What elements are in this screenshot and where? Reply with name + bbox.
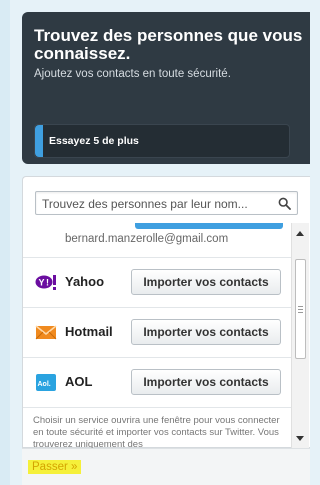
grip-line [298, 312, 303, 313]
page-title: Trouvez des personnes que vous connaisse… [34, 26, 303, 63]
contact-email: bernard.manzerolle@gmail.com [65, 233, 229, 245]
page-subtitle: Ajoutez vos contacts en toute sécurité. [34, 68, 231, 80]
progress-label: Essayez 5 de plus [49, 135, 139, 147]
skip-link[interactable]: Passer » [28, 460, 82, 474]
svg-text:Aol.: Aol. [38, 381, 51, 388]
scroll-up-arrow-icon[interactable] [296, 231, 304, 236]
svg-text:!: ! [46, 278, 49, 288]
grip-line [298, 309, 303, 310]
svg-text:Y: Y [39, 278, 45, 288]
import-aol-button[interactable]: Importer vos contacts [131, 369, 281, 395]
aol-logo-icon: Aol. [36, 374, 56, 391]
find-people-header: Trouvez des personnes que vous connaisse… [22, 12, 310, 164]
provider-name-aol: AOL [65, 374, 93, 389]
scrollbar-thumb[interactable] [295, 259, 306, 359]
footer-bar: Passer » [22, 448, 310, 485]
provider-row-yahoo: Y ! Yahoo Importer vos contacts [23, 257, 291, 307]
provider-name-yahoo: Yahoo [65, 274, 105, 289]
partial-button-clipped[interactable] [135, 223, 283, 229]
search-input[interactable] [42, 196, 277, 211]
yahoo-logo-icon: Y ! [35, 275, 56, 290]
grip-line [298, 306, 303, 307]
progress-bar: Essayez 5 de plus [34, 124, 290, 158]
provider-row-hotmail: Hotmail Importer vos contacts [23, 307, 291, 357]
privacy-info-text: Choisir un service ouvrira une fenêtre p… [33, 415, 280, 449]
search-icon[interactable] [278, 197, 291, 210]
provider-row-aol: Aol. AOL Importer vos contacts [23, 357, 291, 407]
provider-name-hotmail: Hotmail [65, 324, 113, 339]
scrollbar[interactable] [291, 223, 309, 449]
search-box[interactable] [35, 191, 298, 215]
page-left-edge [0, 0, 10, 485]
import-yahoo-button[interactable]: Importer vos contacts [131, 269, 281, 295]
progress-fill [35, 125, 43, 157]
hotmail-logo-icon [35, 325, 57, 340]
divider [23, 407, 291, 408]
import-hotmail-button[interactable]: Importer vos contacts [131, 319, 281, 345]
scroll-down-arrow-icon[interactable] [296, 436, 304, 441]
contacts-card: bernard.manzerolle@gmail.com Y ! Yahoo I… [22, 176, 310, 449]
provider-list: bernard.manzerolle@gmail.com Y ! Yahoo I… [23, 223, 291, 449]
